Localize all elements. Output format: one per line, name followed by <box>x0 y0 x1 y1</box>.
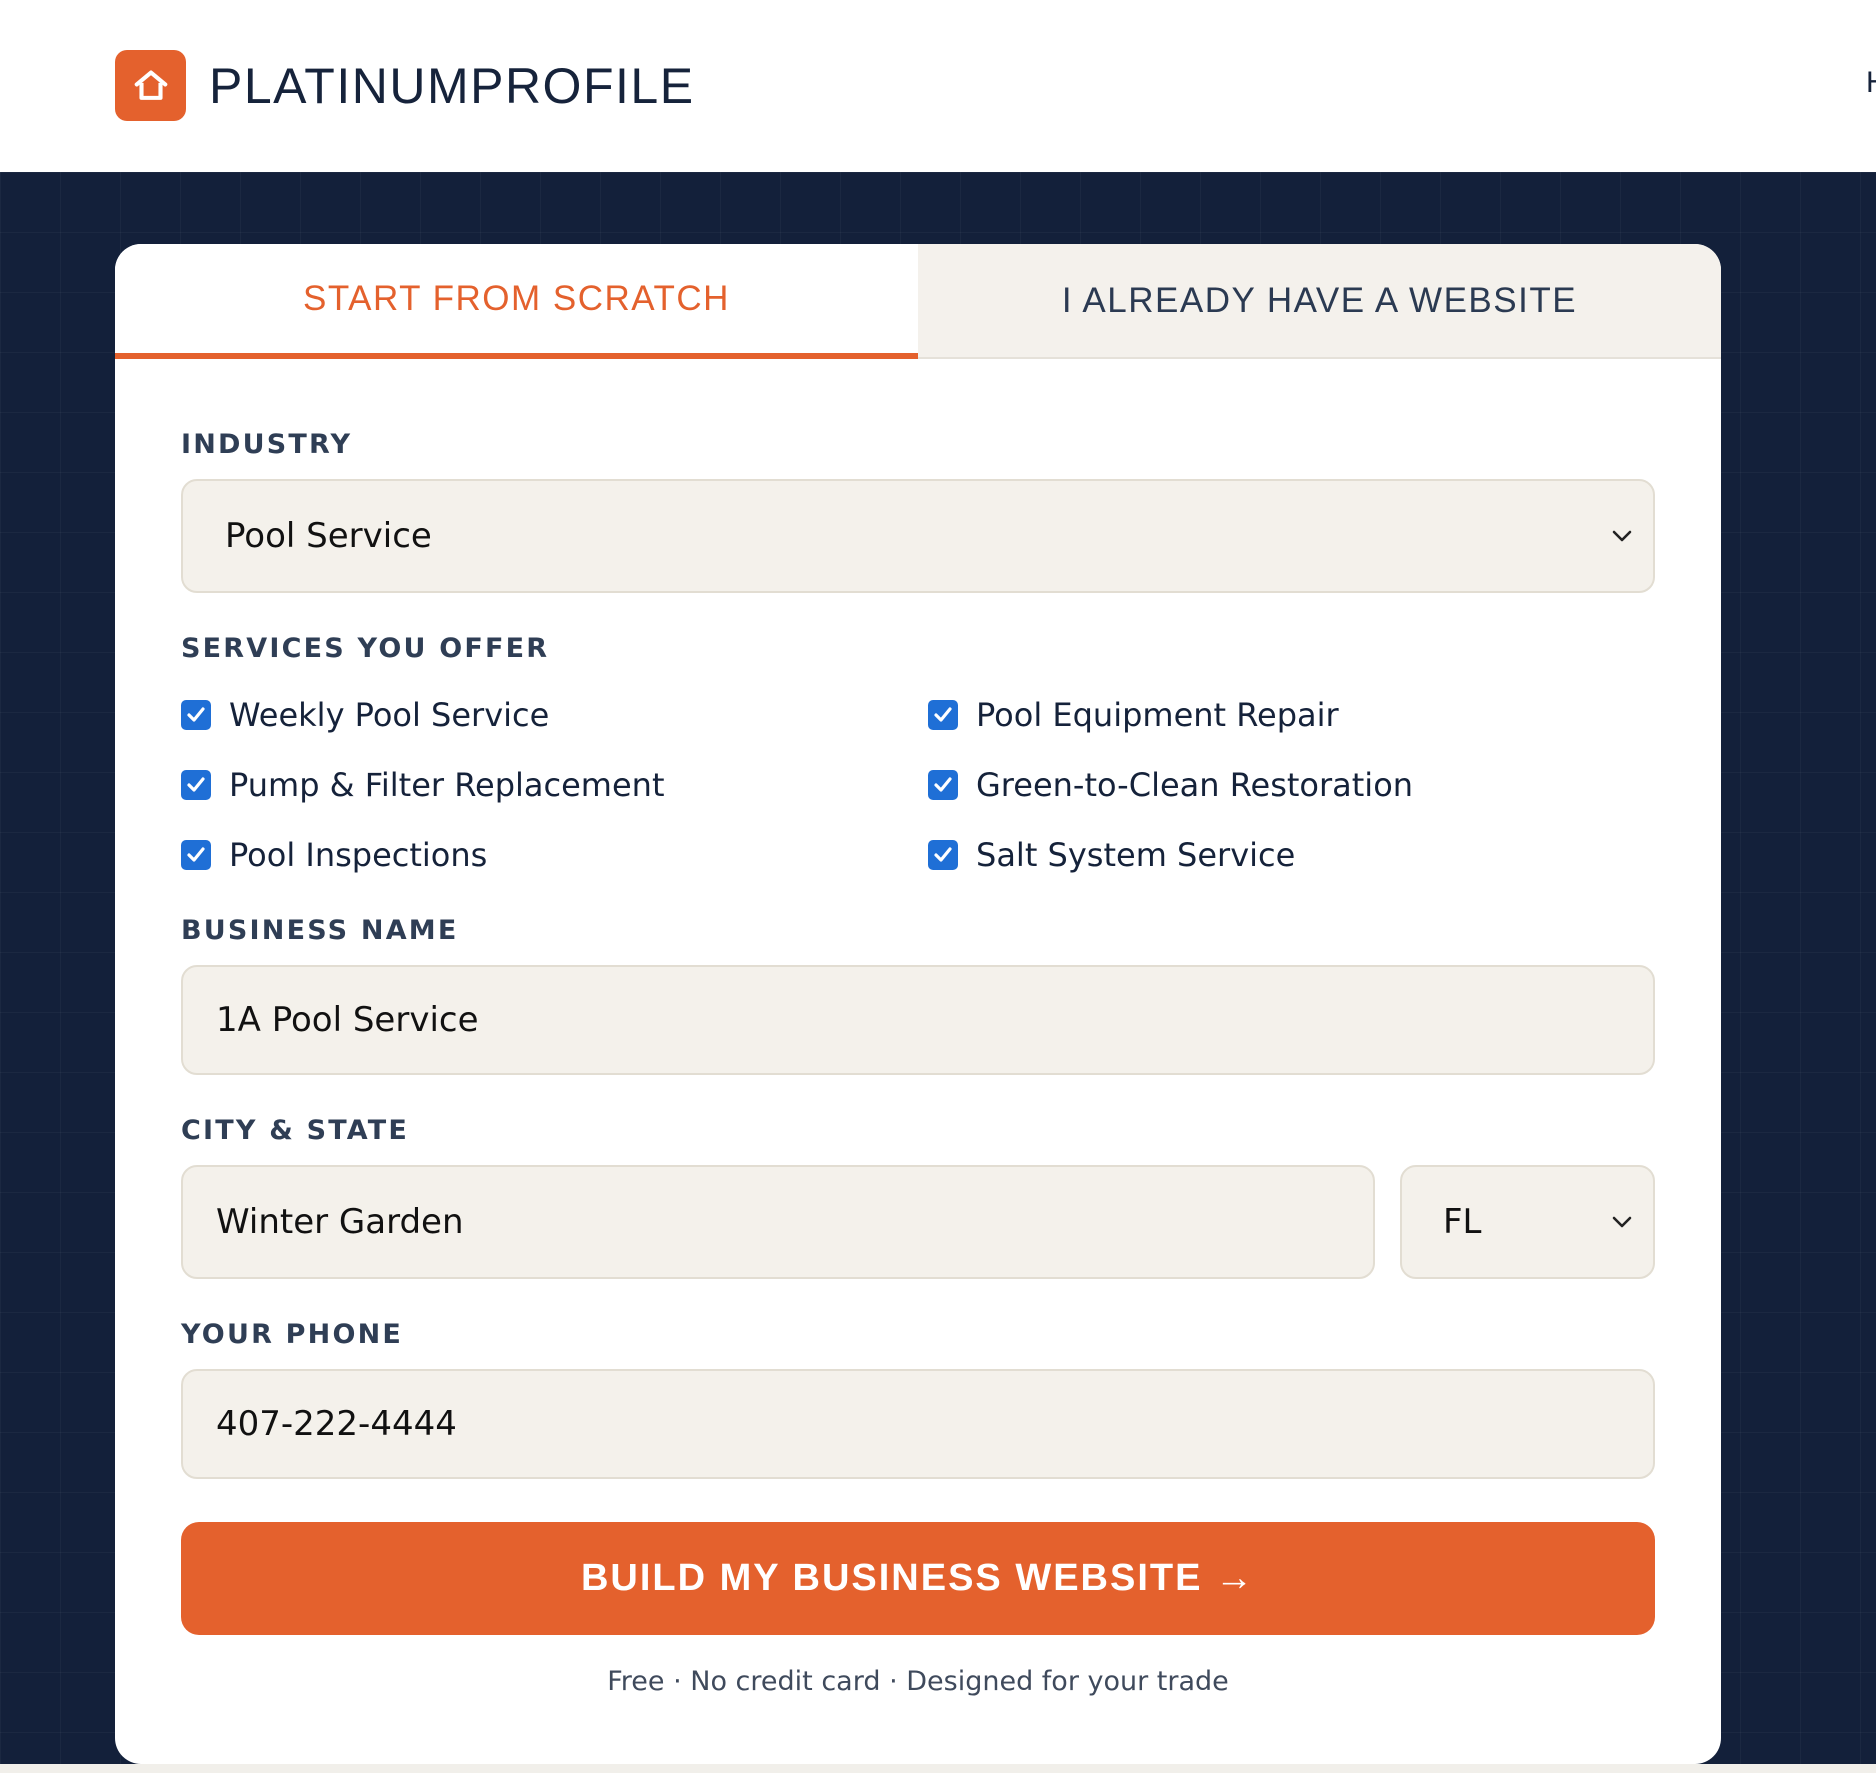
industry-value: Pool Service <box>225 516 432 556</box>
city-value: Winter Garden <box>216 1202 464 1242</box>
checkbox-checked[interactable] <box>928 700 958 730</box>
industry-label: INDUSTRY <box>181 429 353 460</box>
chevron-down-icon <box>1612 530 1632 542</box>
page-bottom-strip <box>0 1764 1876 1773</box>
service-checkbox-item[interactable]: Salt System Service <box>928 836 1295 874</box>
service-checkbox-item[interactable]: Pool Inspections <box>181 836 487 874</box>
business-name-value: 1A Pool Service <box>216 1000 479 1040</box>
checkmark-icon <box>934 707 952 722</box>
phone-input[interactable]: 407-222-4444 <box>181 1369 1655 1479</box>
phone-label: YOUR PHONE <box>181 1319 404 1350</box>
phone-value: 407-222-4444 <box>216 1404 457 1444</box>
service-label: Pool Inspections <box>229 836 488 874</box>
checkmark-icon <box>934 777 952 792</box>
service-label: Salt System Service <box>976 836 1296 874</box>
city-state-label: CITY & STATE <box>181 1115 410 1146</box>
industry-select[interactable]: Pool Service <box>181 479 1655 593</box>
service-label: Green-to-Clean Restoration <box>976 766 1414 804</box>
tab-already-have-website[interactable]: I ALREADY HAVE A WEBSITE <box>918 244 1721 359</box>
checkbox-checked[interactable] <box>181 770 211 800</box>
chevron-down-icon <box>1612 1216 1632 1228</box>
nav-link-partial[interactable]: H <box>1866 66 1876 100</box>
service-label: Weekly Pool Service <box>229 696 550 734</box>
service-checkbox-item[interactable]: Pool Equipment Repair <box>928 696 1339 734</box>
checkbox-checked[interactable] <box>928 770 958 800</box>
build-website-button[interactable]: BUILD MY BUSINESS WEBSITE → <box>181 1522 1655 1635</box>
service-label: Pool Equipment Repair <box>976 696 1339 734</box>
footnote-text: Free · No credit card · Designed for you… <box>607 1666 1229 1697</box>
checkmark-icon <box>934 847 952 862</box>
brand-name[interactable]: PLATINUMPROFILE <box>209 56 695 116</box>
home-icon <box>134 69 167 100</box>
checkmark-icon <box>187 707 205 722</box>
checkmark-icon <box>187 777 205 792</box>
business-name-label: BUSINESS NAME <box>181 915 459 946</box>
top-nav-bar: PLATINUMPROFILE H <box>0 0 1876 172</box>
service-checkbox-item[interactable]: Pump & Filter Replacement <box>181 766 664 804</box>
service-checkbox-item[interactable]: Weekly Pool Service <box>181 696 549 734</box>
state-select[interactable]: FL <box>1400 1165 1655 1279</box>
service-checkbox-item[interactable]: Green-to-Clean Restoration <box>928 766 1413 804</box>
service-label: Pump & Filter Replacement <box>229 766 665 804</box>
builder-card: START FROM SCRATCH I ALREADY HAVE A WEBS… <box>115 244 1721 1764</box>
tab-start-from-scratch[interactable]: START FROM SCRATCH <box>115 244 918 359</box>
state-value: FL <box>1443 1202 1482 1242</box>
city-input[interactable]: Winter Garden <box>181 1165 1375 1279</box>
checkmark-icon <box>187 847 205 862</box>
checkbox-checked[interactable] <box>928 840 958 870</box>
checkbox-checked[interactable] <box>181 700 211 730</box>
logo[interactable] <box>115 50 186 121</box>
checkbox-checked[interactable] <box>181 840 211 870</box>
services-label: SERVICES YOU OFFER <box>181 633 550 664</box>
business-name-input[interactable]: 1A Pool Service <box>181 965 1655 1075</box>
